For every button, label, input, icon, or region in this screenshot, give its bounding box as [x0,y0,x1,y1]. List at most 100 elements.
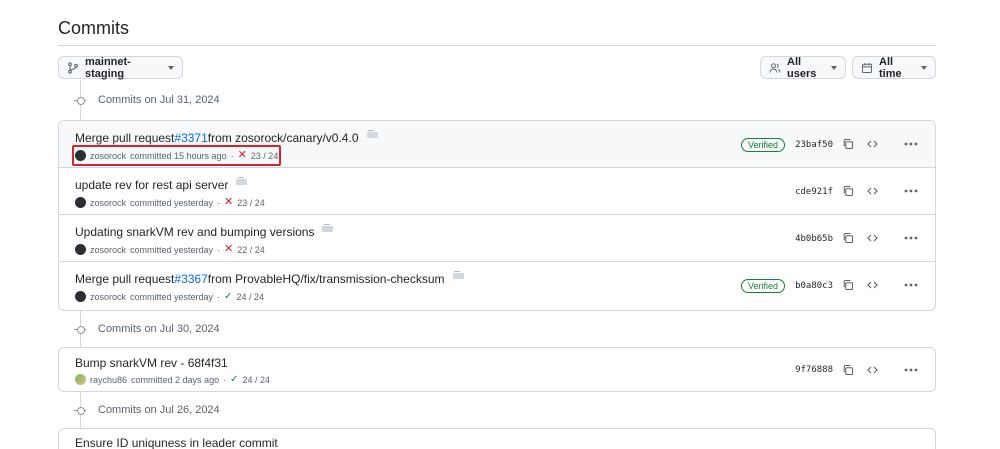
people-icon [769,62,781,73]
kebab-horizontal-icon[interactable] [903,278,919,292]
commit-row[interactable]: update rev for rest api server zosorock … [59,168,935,215]
commit-title[interactable]: Merge pull request #3367 from ProvableHQ… [75,266,464,286]
commit-row[interactable]: Updating snarkVM rev and bumping version… [59,215,935,262]
commit-sha[interactable]: cde921f [795,187,833,197]
commit-row[interactable]: Bump snarkVM rev - 68f4f31 raychu86 comm… [59,348,935,391]
commit-title-text[interactable]: update rev for rest api server [75,178,228,192]
branch-name: mainnet-staging [85,55,131,80]
chevron-down-icon [831,65,837,70]
separator: · [217,291,221,302]
commit-meta: zosorock committed yesterday · ✓ 24 / 24 [75,291,264,302]
commit-sha[interactable]: 9f76888 [795,365,833,375]
branch-selector-button[interactable]: mainnet-staging [58,55,183,80]
author-link[interactable]: zosorock [90,245,126,255]
code-icon[interactable] [865,184,879,198]
commit-title[interactable]: Ensure ID uniquness in leader commit [75,436,278,449]
separator: · [217,244,221,255]
date-header: Commits on Jul 26, 2024 [74,404,220,416]
checks-count[interactable]: 24 / 24 [236,292,264,302]
copy-icon[interactable] [841,278,855,292]
avatar[interactable] [75,197,86,208]
pr-link[interactable]: #3367 [174,272,207,286]
commit-title[interactable]: Bump snarkVM rev - 68f4f31 [75,356,228,370]
highlight-box [72,145,281,166]
author-link[interactable]: raychu86 [90,375,127,385]
chevron-down-icon [168,65,174,70]
calendar-icon [862,62,872,73]
commit-row[interactable]: Merge pull request #3367 from ProvableHQ… [59,262,935,309]
checks-count[interactable]: 23 / 24 [237,198,265,208]
commit-meta: raychu86 committed 2 days ago · ✓ 24 / 2… [75,374,270,385]
commit-title-text[interactable]: from ProvableHQ/fix/transmission-checksu… [208,272,445,286]
commit-time: committed yesterday [130,197,214,208]
checks-count[interactable]: 24 / 24 [242,375,270,385]
commit-title-text[interactable]: Merge pull request [75,131,174,145]
kebab-horizontal-icon[interactable] [903,184,919,198]
commit-sha[interactable]: b0a80c3 [795,281,833,291]
commit-node-icon [74,323,86,335]
copy-icon[interactable] [841,231,855,245]
kebab-horizontal-icon[interactable] [903,137,919,151]
expand-message-button[interactable] [236,172,248,185]
commit-title-text[interactable]: from zosorock/canary/v0.4.0 [208,131,359,145]
users-filter-label: All users [787,55,817,80]
commit-title[interactable]: Merge pull request #3371 from zosorock/c… [75,125,378,145]
expand-message-button[interactable] [366,125,378,138]
date-label: Commits on Jul 26, 2024 [98,404,220,416]
commit-node-icon [74,94,86,106]
pr-link[interactable]: #3371 [174,131,207,145]
commit-group: Merge pull request #3371 from zosorock/c… [58,120,936,311]
code-icon[interactable] [865,363,879,377]
separator: · [223,374,227,385]
avatar[interactable] [75,244,86,255]
date-label: Commits on Jul 31, 2024 [98,94,220,106]
commit-row[interactable]: Ensure ID uniquness in leader commit [59,429,935,449]
title-divider [58,45,936,46]
check-icon[interactable]: ✓ [224,291,232,302]
check-icon[interactable]: ✓ [230,374,238,385]
commit-title-text[interactable]: Bump snarkVM rev - 68f4f31 [75,356,228,370]
copy-icon[interactable] [841,184,855,198]
code-icon[interactable] [865,137,879,151]
date-header: Commits on Jul 30, 2024 [74,323,220,335]
commit-meta: zosorock committed yesterday · ✕ 23 / 24 [75,197,265,208]
copy-icon[interactable] [841,363,855,377]
date-label: Commits on Jul 30, 2024 [98,323,220,335]
expand-message-button[interactable] [452,266,464,279]
commit-title-text[interactable]: Updating snarkVM rev and bumping version… [75,225,314,239]
author-link[interactable]: zosorock [90,198,126,208]
commit-time: committed yesterday [130,291,214,302]
commit-title-text[interactable]: Merge pull request [75,272,174,286]
author-link[interactable]: zosorock [90,292,126,302]
verified-badge[interactable]: Verified [740,138,785,152]
kebab-horizontal-icon[interactable] [903,231,919,245]
commit-title-text[interactable]: Ensure ID uniquness in leader commit [75,436,278,449]
commit-time: committed yesterday [130,244,214,255]
time-filter-button[interactable]: All time [852,55,936,80]
checks-count[interactable]: 22 / 24 [237,245,265,255]
git-branch-icon [68,61,78,74]
separator: · [217,197,221,208]
page-title: Commits [58,18,129,38]
x-icon[interactable]: ✕ [224,244,233,255]
code-icon[interactable] [865,231,879,245]
time-filter-label: All time [879,55,902,80]
commit-node-icon [74,404,86,416]
commit-title[interactable]: update rev for rest api server [75,172,248,192]
avatar[interactable] [75,374,86,385]
commit-row[interactable]: Merge pull request #3371 from zosorock/c… [59,121,935,168]
users-filter-button[interactable]: All users [760,55,846,80]
code-icon[interactable] [865,278,879,292]
commit-time: committed 2 days ago [131,374,220,385]
copy-icon[interactable] [841,137,855,151]
commit-sha[interactable]: 4b0b65b [795,234,833,244]
commit-group: Bump snarkVM rev - 68f4f31 raychu86 comm… [58,347,936,392]
commit-title[interactable]: Updating snarkVM rev and bumping version… [75,219,334,239]
verified-badge[interactable]: Verified [740,279,785,293]
commit-sha[interactable]: 23baf50 [795,140,833,150]
commit-group: Ensure ID uniquness in leader commit [58,428,936,449]
avatar[interactable] [75,291,86,302]
kebab-horizontal-icon[interactable] [903,363,919,377]
expand-message-button[interactable] [322,219,334,232]
x-icon[interactable]: ✕ [224,197,233,208]
